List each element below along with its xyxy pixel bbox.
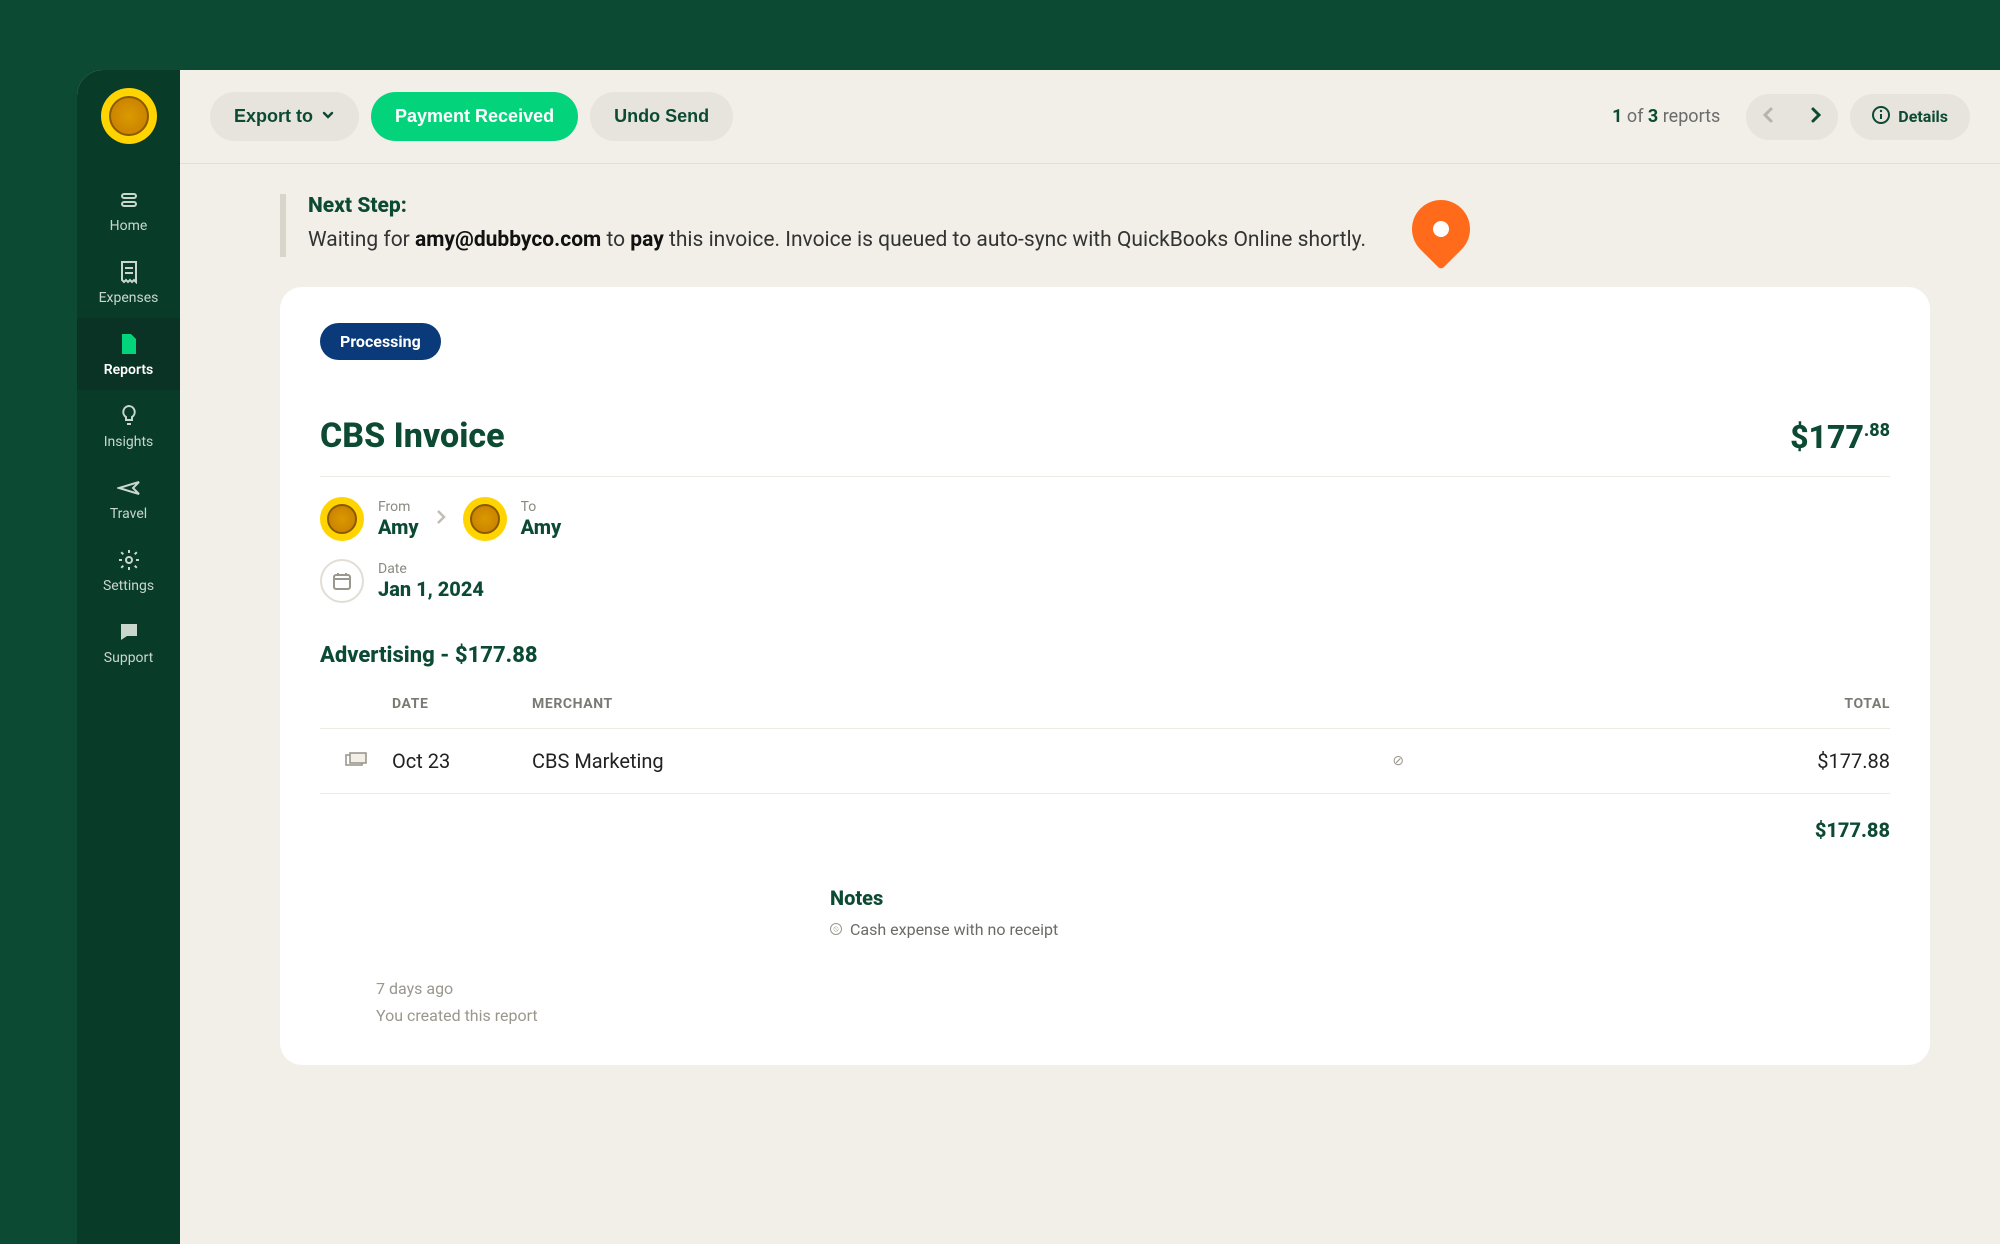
pager-arrows [1746, 94, 1838, 140]
main-content: Export to Payment Received Undo Send 1 o… [180, 70, 2000, 1244]
from-avatar [320, 497, 364, 541]
status-badge: Processing [320, 323, 441, 360]
export-label: Export to [234, 106, 313, 127]
invoice-title: CBS Invoice [320, 416, 505, 456]
no-receipt-icon: ⦸ [830, 923, 842, 935]
chevron-down-icon [321, 106, 335, 127]
nav-label: Settings [103, 578, 154, 594]
line-items-table: DATE MERCHANT TOTAL Oct 23 CBS Mar [320, 680, 1890, 862]
app-logo[interactable] [101, 88, 157, 144]
table-row[interactable]: Oct 23 CBS Marketing ⊘ $177.88 [320, 728, 1890, 793]
nav-reports[interactable]: Reports [77, 318, 180, 390]
to-label: To [521, 499, 562, 515]
note-item: ⦸ Cash expense with no receipt [830, 920, 1890, 939]
nav-label: Expenses [99, 290, 159, 306]
nav-travel[interactable]: Travel [77, 462, 180, 534]
cash-icon [320, 728, 392, 793]
nav-label: Reports [104, 362, 154, 378]
subtotal-value: $177.88 [320, 793, 1890, 862]
row-total: $177.88 [1428, 728, 1890, 793]
notes-section: Notes ⦸ Cash expense with no receipt [830, 886, 1890, 939]
to-name: Amy [521, 515, 562, 539]
history-time: 7 days ago [376, 975, 1890, 1002]
next-step-heading: Next Step: [308, 194, 1420, 218]
next-step-banner: Next Step: Waiting for amy@dubbyco.com t… [280, 194, 1420, 257]
nav-support[interactable]: Support [77, 606, 180, 678]
from-label: From [378, 499, 419, 515]
sidebar: Home Expenses Reports Insights Travel [77, 70, 180, 1244]
pager-prev-button[interactable] [1746, 94, 1792, 140]
nav-settings[interactable]: Settings [77, 534, 180, 606]
notes-heading: Notes [830, 886, 1890, 910]
app-window: Home Expenses Reports Insights Travel [77, 70, 2000, 1244]
toolbar: Export to Payment Received Undo Send 1 o… [180, 70, 2000, 141]
receipt-icon [117, 260, 141, 284]
payment-received-button[interactable]: Payment Received [371, 92, 578, 141]
no-receipt-icon: ⊘ [1368, 728, 1428, 793]
history-text: You created this report [376, 1002, 1890, 1029]
chevron-right-icon [1806, 106, 1824, 128]
row-date: Oct 23 [392, 728, 532, 793]
undo-send-button[interactable]: Undo Send [590, 92, 733, 141]
nav-label: Insights [104, 434, 154, 450]
row-merchant: CBS Marketing [532, 728, 1368, 793]
gear-icon [117, 548, 141, 572]
payment-received-label: Payment Received [395, 106, 554, 127]
nav-label: Support [104, 650, 153, 666]
date-row: Date Jan 1, 2024 [320, 559, 1890, 603]
category-heading: Advertising - $177.88 [320, 643, 1890, 668]
document-icon [117, 332, 141, 356]
details-button[interactable]: Details [1850, 94, 1970, 140]
col-merchant: MERCHANT [532, 680, 1368, 729]
nav-label: Home [110, 218, 148, 234]
pager-next-button[interactable] [1792, 94, 1838, 140]
export-to-button[interactable]: Export to [210, 92, 359, 141]
col-date: DATE [392, 680, 532, 729]
plane-icon [117, 476, 141, 500]
date-label: Date [378, 561, 484, 577]
to-avatar [463, 497, 507, 541]
nav-expenses[interactable]: Expenses [77, 246, 180, 318]
undo-send-label: Undo Send [614, 106, 709, 127]
col-total: TOTAL [1428, 680, 1890, 729]
lightbulb-icon [117, 404, 141, 428]
chevron-left-icon [1760, 106, 1778, 128]
chevron-right-icon [433, 509, 449, 529]
date-value: Jan 1, 2024 [378, 577, 484, 601]
history-section: 7 days ago You created this report [376, 975, 1890, 1029]
nav-insights[interactable]: Insights [77, 390, 180, 462]
home-icon [117, 188, 141, 212]
nav-label: Travel [110, 506, 147, 522]
calendar-icon [320, 559, 364, 603]
from-to-row: From Amy To Amy [320, 497, 1890, 541]
invoice-amount: $177.88 [1790, 418, 1890, 456]
from-name: Amy [378, 515, 419, 539]
details-label: Details [1898, 107, 1948, 126]
invoice-card: Processing CBS Invoice $177.88 From Amy [280, 287, 1930, 1065]
next-step-text: Waiting for amy@dubbyco.com to pay this … [308, 224, 1420, 257]
info-icon [1872, 106, 1890, 128]
nav-home[interactable]: Home [77, 174, 180, 246]
pager-text: 1 of 3 reports [1612, 106, 1720, 127]
chat-icon [117, 620, 141, 644]
